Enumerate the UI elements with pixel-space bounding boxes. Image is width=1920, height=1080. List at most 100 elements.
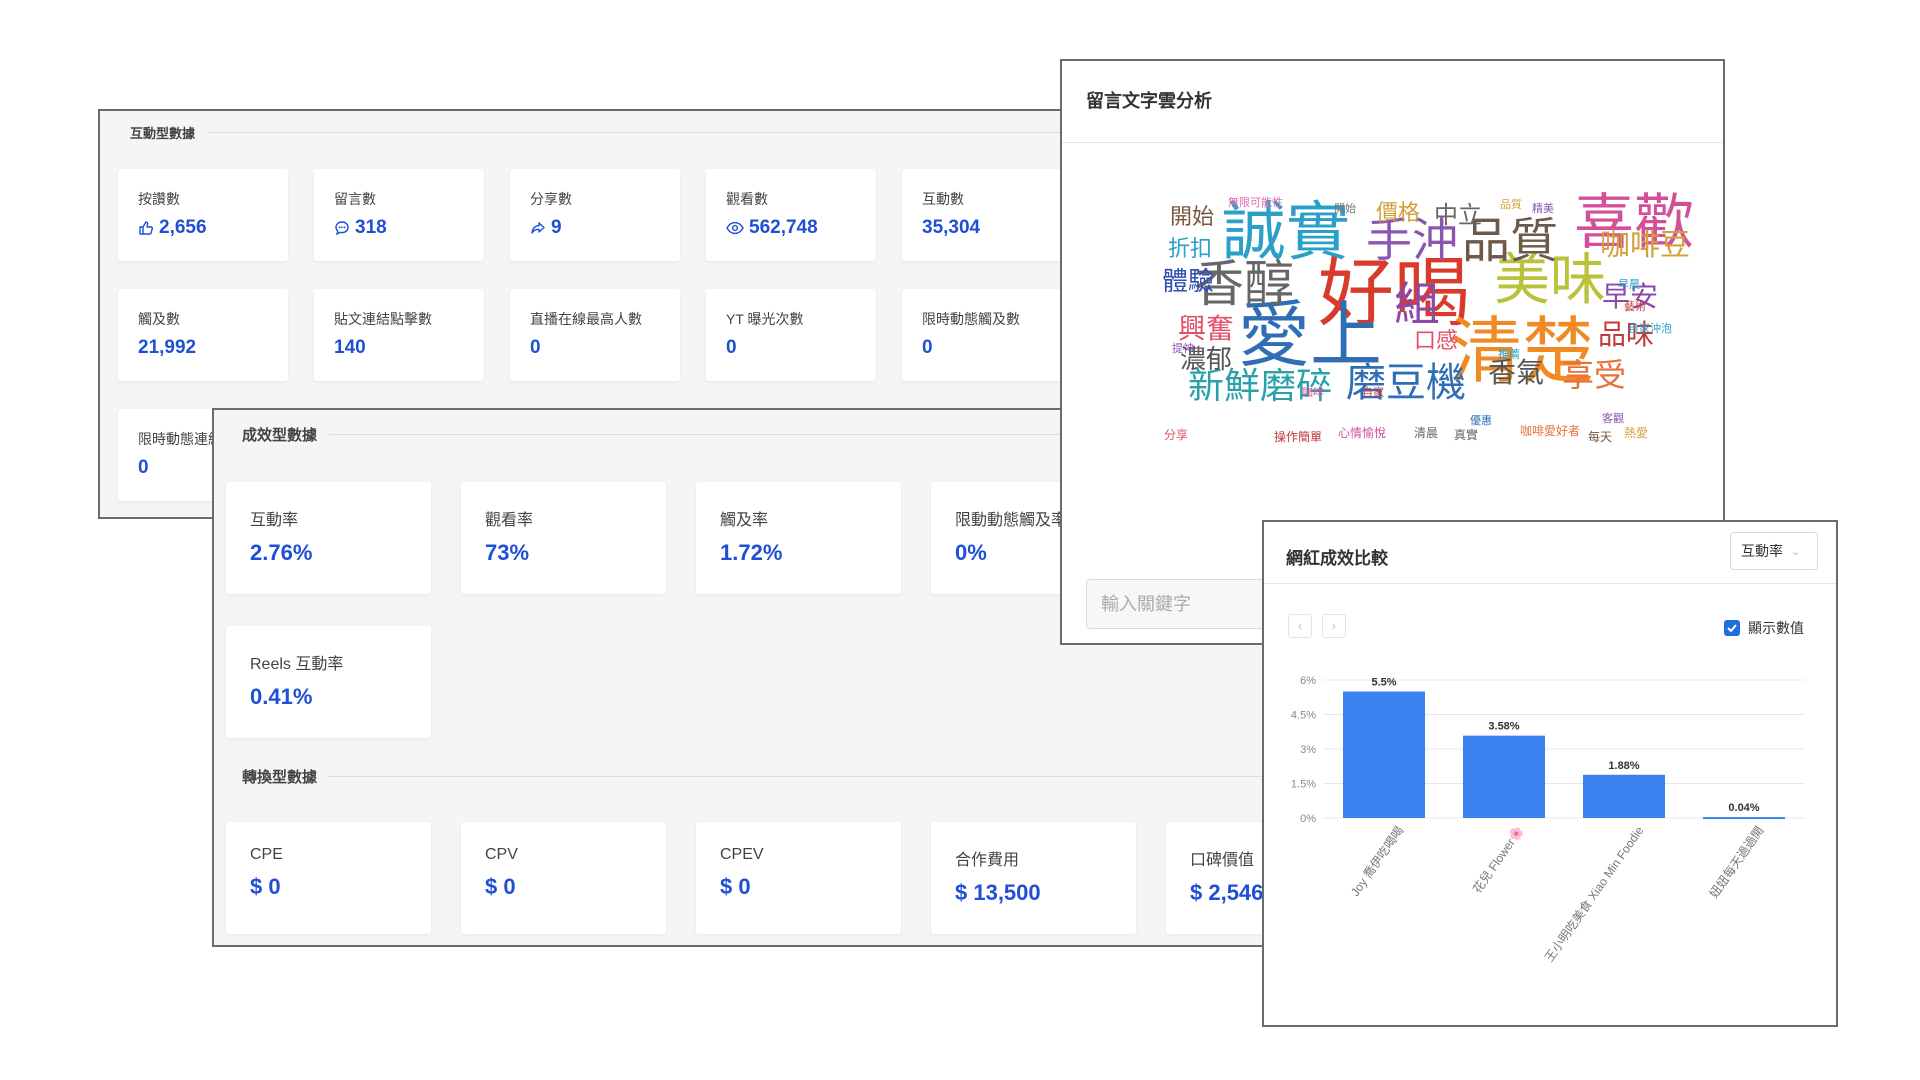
- metric-label: CPEV: [720, 846, 764, 863]
- metric-value-text: 0: [530, 337, 541, 358]
- y-tick-label: 1.5%: [1291, 779, 1316, 791]
- conversion-metric-card: CPV $ 0: [461, 822, 666, 934]
- show-values-toggle[interactable]: 顯示數值: [1724, 618, 1804, 638]
- metric-value-text: 140: [334, 337, 366, 358]
- metric-label: Reels 互動率: [250, 656, 344, 673]
- word-cloud-word: 中立: [1434, 201, 1482, 229]
- conversion-section-title: 轉換型數據: [242, 766, 1290, 787]
- x-tick-label: 妞妞每天過過開: [1706, 823, 1766, 900]
- word-cloud-word: 口感: [1414, 329, 1459, 354]
- word-cloud-word: 操作簡單: [1274, 430, 1323, 444]
- interaction-metric-card: 觸及數 21,992: [118, 289, 288, 381]
- word-cloud-word: 品質: [1500, 198, 1522, 211]
- metric-value-text: 0.41%: [250, 684, 313, 709]
- y-tick-label: 3%: [1300, 744, 1316, 756]
- metric-value: 318: [334, 217, 464, 239]
- metric-value-text: 2.76%: [250, 540, 313, 565]
- metric-label: 互動數: [922, 191, 964, 207]
- data-label: 1.88%: [1608, 760, 1639, 772]
- show-values-label: 顯示數值: [1748, 620, 1804, 636]
- keyword-input[interactable]: [1086, 579, 1286, 629]
- chevron-right-icon: ›: [1332, 619, 1336, 633]
- word-cloud-word: 分享: [1164, 428, 1189, 442]
- interaction-metric-card: 分享數 9: [510, 169, 680, 261]
- metric-value-text: 318: [355, 217, 387, 238]
- chevron-down-icon: ⌄: [1791, 545, 1801, 558]
- metric-label: CPV: [485, 846, 518, 863]
- metric-label: 限時動態觸及數: [922, 311, 1020, 327]
- metric-label: 留言數: [334, 191, 376, 207]
- interaction-metric-card: YT 曝光次數 0: [706, 289, 876, 381]
- metric-value-text: 0: [726, 337, 737, 358]
- next-page-button[interactable]: ›: [1322, 614, 1346, 638]
- conversion-title-text: 轉換型數據: [242, 769, 318, 786]
- bar: [1583, 774, 1665, 818]
- y-tick-label: 4.5%: [1291, 710, 1316, 722]
- metric-value-text: $ 0: [250, 874, 281, 899]
- metric-value: 2,656: [138, 217, 268, 239]
- word-cloud-word: 興奮: [1178, 312, 1235, 345]
- metric-value-text: 0: [138, 457, 149, 478]
- metric-value: 140: [334, 337, 464, 359]
- performance-metric-card: Reels 互動率 0.41%: [226, 626, 431, 738]
- word-cloud-word: 清晨: [1414, 426, 1439, 440]
- interaction-section-title: 互動型數據: [130, 123, 1076, 142]
- metric-value-text: $ 0: [485, 874, 516, 899]
- performance-metric-card: 觀看率 73%: [461, 482, 666, 594]
- metric-value-text: 21,992: [138, 337, 197, 358]
- metric-label: 貼文連結點擊數: [334, 311, 432, 327]
- thumbs-up-icon: [138, 220, 154, 236]
- word-cloud-word: 熱愛: [1624, 426, 1649, 440]
- metric-value: 562,748: [726, 217, 856, 239]
- word-cloud-word: 咖啡豆: [1600, 228, 1690, 263]
- interaction-metric-card: 按讚數 2,656: [118, 169, 288, 261]
- bar: [1343, 691, 1425, 818]
- metric-value-text: $ 2,546: [1190, 880, 1264, 905]
- word-cloud-word: 體驗: [1162, 267, 1215, 297]
- metric-value: $ 13,500: [955, 880, 1112, 906]
- eye-icon: [726, 220, 744, 236]
- influencer-comparison-panel: 網紅成效比較 互動率 ⌄ ‹ › 顯示數值 0% 1.5% 3% 4.5% 6% 5.5%…: [1262, 520, 1838, 1027]
- metric-value-text: $ 13,500: [955, 880, 1041, 905]
- interaction-metric-card: 限時動態觸及數 0: [902, 289, 1072, 381]
- metric-value-text: 1.72%: [720, 540, 783, 565]
- checkbox-checked-icon[interactable]: [1724, 620, 1740, 636]
- metric-value-text: 0: [922, 337, 933, 358]
- metric-value: 0: [530, 337, 660, 359]
- interaction-metric-card: 貼文連結點擊數 140: [314, 289, 484, 381]
- word-cloud-word: 組: [1394, 277, 1440, 331]
- y-tick-label: 6%: [1300, 675, 1316, 687]
- conversion-metric-card: 合作費用 $ 13,500: [931, 822, 1136, 934]
- metric-value-text: 9: [551, 217, 562, 238]
- word-cloud-word: 提神: [1172, 342, 1194, 355]
- metric-label: 分享數: [530, 191, 572, 207]
- metric-select[interactable]: 互動率 ⌄: [1730, 532, 1818, 570]
- metric-label: 互動率: [250, 512, 299, 529]
- y-tick-label: 0%: [1300, 813, 1316, 825]
- metric-value-text: 2,656: [159, 217, 207, 238]
- word-cloud-word: 咖啡愛好者: [1520, 424, 1581, 438]
- performance-metric-card: 觸及率 1.72%: [696, 482, 901, 594]
- conversion-metric-card: CPEV $ 0: [696, 822, 901, 934]
- bar: [1463, 735, 1545, 818]
- metric-value: 73%: [485, 540, 642, 566]
- metric-value: 9: [530, 217, 660, 239]
- metric-value: $ 0: [485, 874, 642, 900]
- word-cloud-word: 客觀: [1602, 412, 1624, 425]
- metric-value: 21,992: [138, 337, 268, 359]
- bar: [1703, 817, 1785, 820]
- prev-page-button[interactable]: ‹: [1288, 614, 1312, 638]
- metric-label: 觀看率: [485, 512, 534, 529]
- metric-label: 觸及數: [138, 311, 180, 327]
- word-cloud-word: 香氣: [1488, 356, 1545, 389]
- metric-value-text: 0%: [955, 540, 987, 565]
- metric-value: $ 0: [720, 874, 877, 900]
- x-tick-label: Joy 喬伊吃喝喝: [1348, 824, 1407, 899]
- word-cloud-word: 咖啡: [1302, 386, 1324, 399]
- metric-value: $ 0: [250, 874, 407, 900]
- word-cloud-word: 自家: [1362, 386, 1384, 399]
- word-cloud-word: 真實: [1454, 428, 1479, 442]
- metric-value-text: $ 0: [720, 874, 751, 899]
- metric-value-text: 562,748: [749, 217, 818, 238]
- word-cloud-word: 開始: [1334, 202, 1356, 215]
